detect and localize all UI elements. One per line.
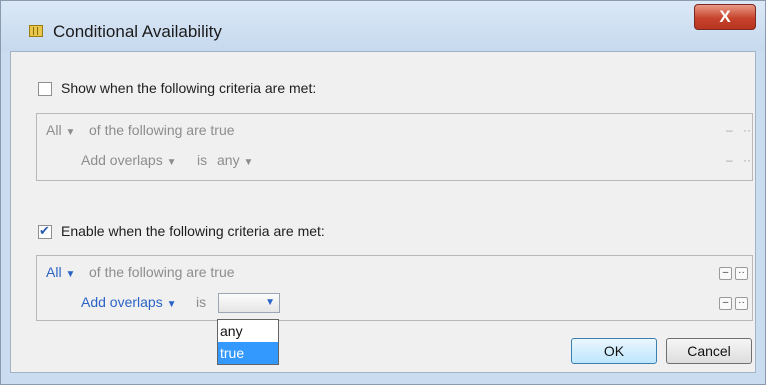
enable-criteria-group: All ▼ of the following are true – ·· Add…: [36, 255, 753, 321]
enable-criteria-checkbox[interactable]: [38, 223, 52, 239]
title-bar[interactable]: Conditional Availability X: [1, 1, 765, 51]
dropdown-option-any[interactable]: any: [218, 320, 278, 342]
dialog-body: Show when the following criteria are met…: [10, 51, 756, 373]
enable-row2-remove-button[interactable]: –: [719, 297, 732, 310]
enable-value-combobox[interactable]: ▼: [218, 293, 280, 313]
show-value-dropdown[interactable]: any ▼: [217, 152, 253, 168]
show-row1-add-button[interactable]: ··: [743, 123, 751, 137]
show-row2-remove-button[interactable]: –: [726, 153, 733, 167]
enable-quantifier-dropdown[interactable]: All ▼: [46, 264, 75, 280]
value-dropdown-list: any true: [217, 319, 279, 365]
show-field-dropdown[interactable]: Add overlaps ▼: [81, 152, 177, 168]
chevron-down-icon: ▼: [265, 297, 275, 308]
enable-row1-add-button[interactable]: ··: [735, 267, 748, 280]
enable-field-dropdown[interactable]: Add overlaps ▼: [81, 294, 177, 310]
dialog-icon: [29, 25, 43, 37]
show-row1-text: of the following are true: [89, 122, 235, 138]
show-row1-remove-button[interactable]: –: [726, 123, 733, 137]
enable-criteria-label: Enable when the following criteria are m…: [61, 223, 325, 239]
show-criteria-checkbox[interactable]: [38, 82, 52, 96]
enable-row2-add-button[interactable]: ··: [735, 297, 748, 310]
dropdown-option-true[interactable]: true: [218, 342, 278, 364]
enable-row1-remove-button[interactable]: –: [719, 267, 732, 280]
enable-operator: is: [196, 294, 207, 310]
show-criteria-label: Show when the following criteria are met…: [61, 80, 317, 96]
show-quantifier-dropdown[interactable]: All ▼: [46, 122, 75, 138]
show-row2-add-button[interactable]: ··: [743, 153, 751, 167]
show-operator: is: [197, 152, 208, 168]
ok-button[interactable]: OK: [571, 338, 657, 364]
enable-row1-text: of the following are true: [89, 264, 235, 280]
dialog-window: Conditional Availability X Show when the…: [0, 0, 766, 385]
window-title: Conditional Availability: [53, 22, 222, 41]
show-criteria-group: All ▼ of the following are true – ·· Add…: [36, 113, 753, 181]
close-button[interactable]: X: [694, 4, 756, 30]
cancel-button[interactable]: Cancel: [666, 338, 752, 364]
